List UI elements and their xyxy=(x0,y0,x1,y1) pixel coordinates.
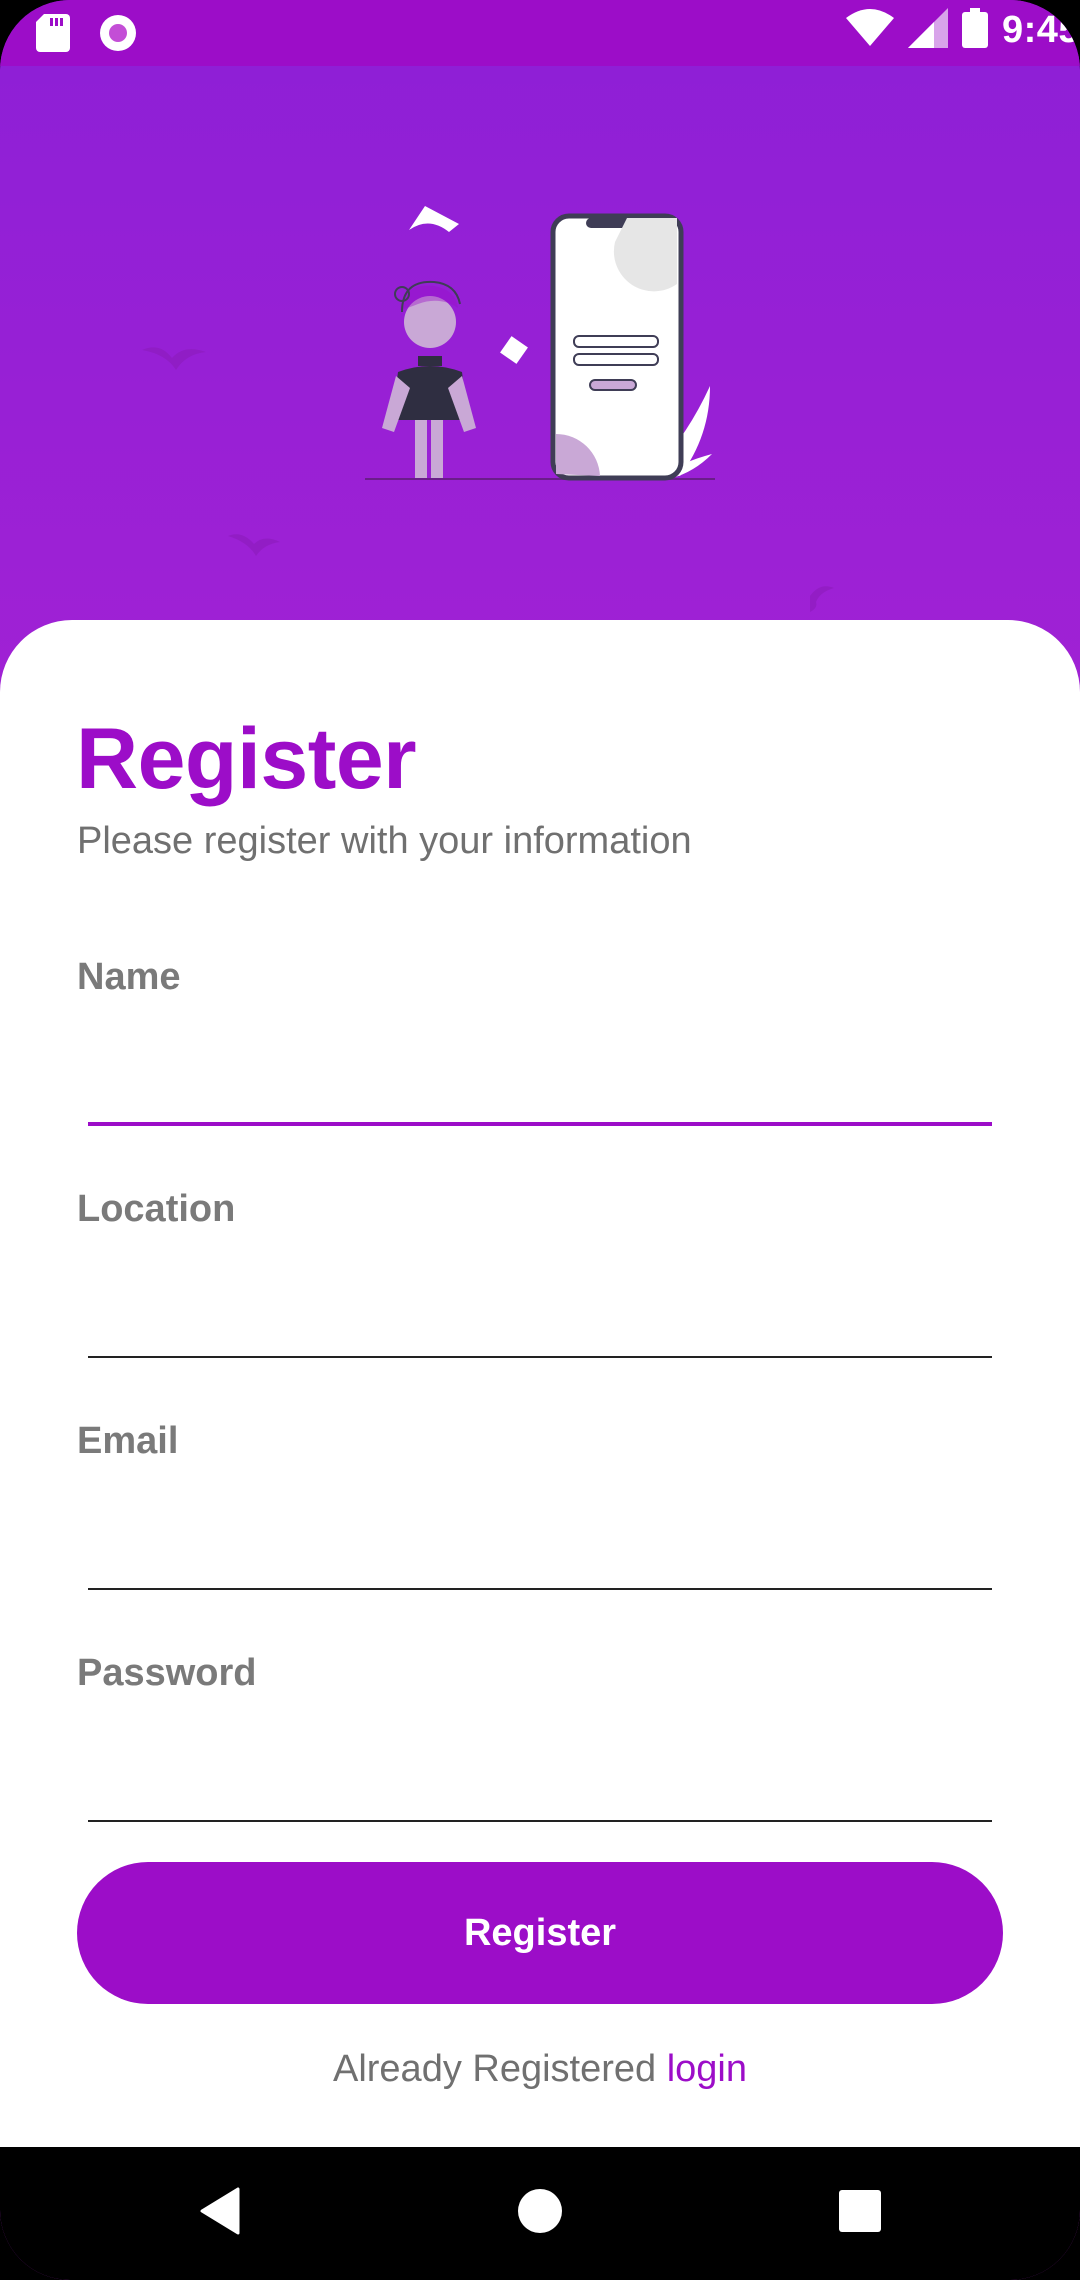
back-button[interactable] xyxy=(160,2147,280,2280)
page-title: Register xyxy=(76,711,417,807)
back-icon xyxy=(198,2187,242,2240)
home-button[interactable] xyxy=(480,2147,600,2280)
record-icon xyxy=(98,13,138,58)
location-label: Location xyxy=(77,1188,236,1230)
name-label: Name xyxy=(77,956,181,998)
sd-card-icon xyxy=(36,14,70,57)
battery-icon xyxy=(961,8,988,53)
page-subtitle: Please register with your information xyxy=(77,820,692,862)
name-field[interactable] xyxy=(88,1066,992,1126)
location-field[interactable] xyxy=(88,1298,992,1358)
email-field[interactable] xyxy=(88,1530,992,1590)
status-time: 9:45 xyxy=(1001,9,1080,51)
register-card: Register Please register with your infor… xyxy=(0,620,1080,2160)
home-icon xyxy=(517,2188,563,2239)
already-registered-text: Already Registered xyxy=(332,2048,657,2090)
login-row: Already Registered login xyxy=(0,2048,1080,2091)
status-bar: 9:45 xyxy=(0,0,1080,66)
login-link[interactable]: login xyxy=(667,2048,747,2090)
recents-button[interactable] xyxy=(800,2147,920,2280)
password-field[interactable] xyxy=(88,1762,992,1822)
signal-icon xyxy=(907,8,948,53)
navigation-bar xyxy=(0,2147,1080,2280)
email-label: Email xyxy=(77,1420,179,1462)
device-screen: 9:45 Register Please register with your … xyxy=(0,0,1080,2280)
password-label: Password xyxy=(77,1652,257,1694)
header-illustration xyxy=(0,66,1080,626)
recents-icon xyxy=(839,2190,881,2237)
register-button[interactable]: Register xyxy=(77,1862,1003,2004)
wifi-icon xyxy=(845,8,894,53)
